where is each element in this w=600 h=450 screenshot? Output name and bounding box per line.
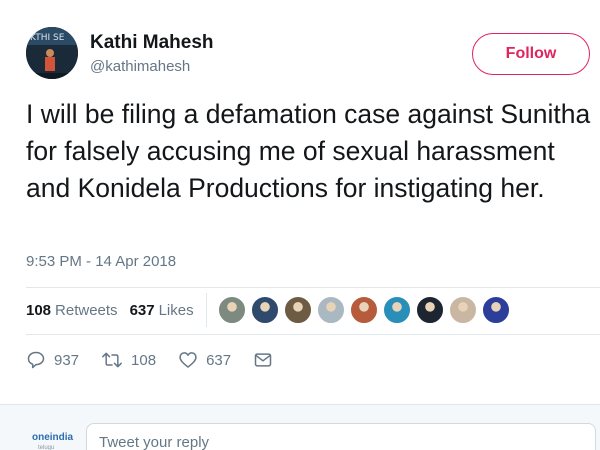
reply-count: 937 <box>54 351 80 369</box>
likes-stat[interactable]: 637 Likes <box>130 302 194 319</box>
divider <box>26 287 600 288</box>
avatar-logo-text: KTHI SE <box>30 33 65 43</box>
divider <box>26 334 600 335</box>
retweets-label: Retweets <box>55 302 118 319</box>
retweets-count: 108 <box>26 302 52 319</box>
like-action[interactable]: 637 <box>178 350 231 370</box>
liker-avatar[interactable] <box>317 296 345 324</box>
heart-icon <box>179 352 197 368</box>
retweet-count: 108 <box>131 351 157 369</box>
reply-icon <box>27 351 45 369</box>
liker-avatar[interactable] <box>218 296 246 324</box>
liker-avatar[interactable] <box>350 296 378 324</box>
follow-button[interactable]: Follow <box>472 33 590 75</box>
retweet-icon <box>102 352 122 368</box>
reply-bar: oneindia telugu Tweet your reply <box>0 405 600 450</box>
reply-action[interactable]: 937 <box>26 350 79 370</box>
liker-avatar[interactable] <box>383 296 411 324</box>
stats-separator <box>206 293 207 327</box>
tweet-timestamp[interactable]: 9:53 PM - 14 Apr 2018 <box>26 253 176 270</box>
user-block: Kathi Mahesh @kathimahesh <box>90 32 214 77</box>
liker-avatar[interactable] <box>482 296 510 324</box>
retweets-stat[interactable]: 108 Retweets <box>26 302 118 319</box>
tweet-card: KTHI SE Kathi Mahesh @kathimahesh Follow… <box>0 0 600 450</box>
liker-avatar[interactable] <box>284 296 312 324</box>
tweet-text: I will be filing a defamation case again… <box>26 99 591 203</box>
likes-label: Likes <box>158 302 194 319</box>
retweet-action[interactable]: 108 <box>101 350 156 370</box>
envelope-icon <box>254 353 272 367</box>
avatar[interactable]: KTHI SE <box>26 27 78 79</box>
likes-count: 637 <box>129 302 155 319</box>
tweet-stats: 108 Retweets 637 Likes <box>26 302 206 319</box>
oneindia-logo-subtext: telugu <box>38 445 55 450</box>
reply-input[interactable]: Tweet your reply <box>86 423 596 450</box>
message-action[interactable] <box>253 350 281 370</box>
display-name[interactable]: Kathi Mahesh <box>90 32 214 54</box>
like-count: 637 <box>206 351 232 369</box>
user-handle[interactable]: @kathimahesh <box>90 57 214 77</box>
liker-avatar[interactable] <box>251 296 279 324</box>
liker-avatars <box>218 296 515 324</box>
tweet-header: KTHI SE Kathi Mahesh @kathimahesh Follow <box>26 27 590 83</box>
tweet-actions: 937 108 637 <box>26 350 303 370</box>
liker-avatar[interactable] <box>416 296 444 324</box>
avatar-image: KTHI SE <box>26 27 78 79</box>
liker-avatar[interactable] <box>449 296 477 324</box>
oneindia-logo: oneindia telugu <box>32 433 73 450</box>
oneindia-logo-text: oneindia <box>32 432 74 443</box>
